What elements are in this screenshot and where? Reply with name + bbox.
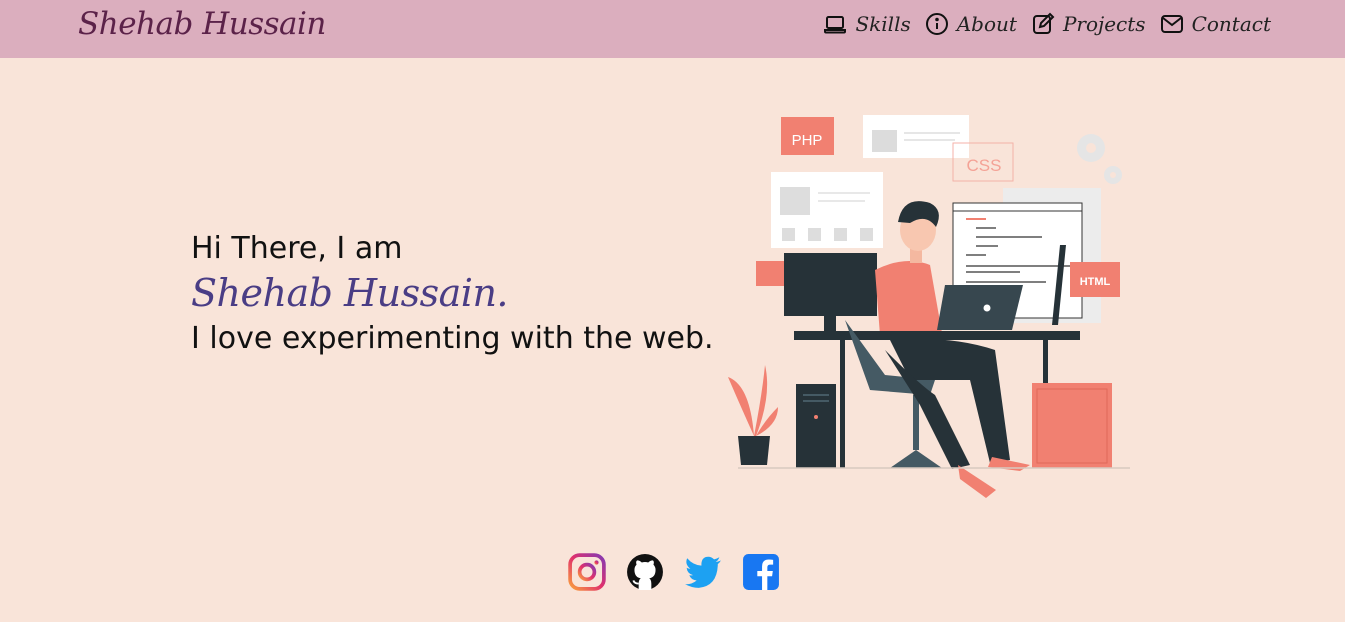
nav-link-skills[interactable]: Skills: [823, 12, 911, 36]
brand-logo[interactable]: Shehab Hussain: [78, 6, 326, 42]
nav-links: Skills About Projects Contact: [823, 12, 1271, 36]
social-links: [568, 553, 780, 591]
laptop-icon: [824, 16, 847, 34]
twitter-icon: [685, 556, 721, 588]
github-link[interactable]: [626, 553, 664, 591]
instagram-link[interactable]: [568, 553, 606, 591]
nav-label: Projects: [1062, 12, 1146, 36]
facebook-link[interactable]: [742, 553, 780, 591]
nav-link-contact[interactable]: Contact: [1160, 12, 1271, 36]
facebook-icon: [743, 554, 779, 590]
nav-link-about[interactable]: About: [925, 12, 1017, 36]
twitter-link[interactable]: [684, 553, 722, 591]
instagram-icon: [568, 553, 606, 591]
hero-intro: Hi There, I am Shehab Hussain. I love ex…: [191, 230, 714, 360]
navbar: Shehab Hussain Skills About Projects Con…: [0, 0, 1345, 58]
nav-label: Skills: [855, 12, 911, 36]
github-icon: [627, 554, 663, 590]
info-icon: [925, 13, 948, 35]
edit-icon: [1032, 12, 1055, 34]
hero-greeting: Hi There, I am: [191, 231, 403, 266]
css-label: CSS: [967, 156, 1002, 175]
nav-label: About: [956, 12, 1017, 36]
envelope-icon: [1160, 15, 1183, 33]
php-label: PHP: [792, 132, 823, 149]
hero-tagline: I love experimenting with the web.: [191, 321, 714, 356]
nav-link-projects[interactable]: Projects: [1031, 12, 1146, 36]
hero-name: Shehab Hussain.: [191, 271, 509, 315]
nav-label: Contact: [1191, 12, 1271, 36]
developer-illustration: PHP CSS HTML: [728, 115, 1130, 498]
html-label: HTML: [1080, 276, 1111, 288]
